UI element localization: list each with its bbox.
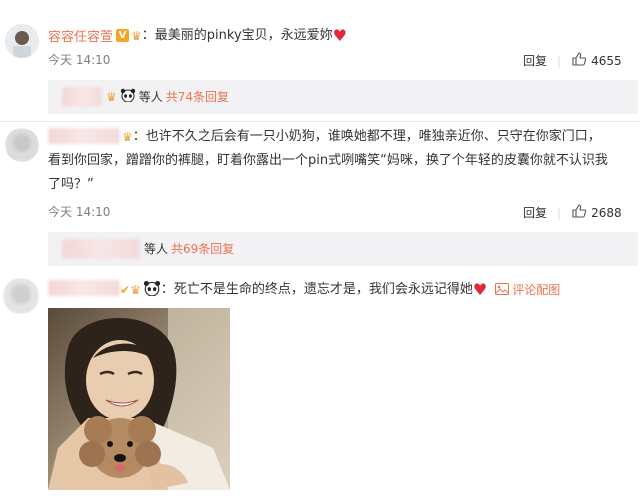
- username[interactable]: 容容任容萱: [48, 26, 113, 45]
- reply-summary[interactable]: 等人 共69条回复: [48, 232, 638, 266]
- panda-icon: [143, 280, 161, 300]
- heart-icon: ♥: [332, 26, 347, 45]
- comment-image[interactable]: [48, 308, 230, 490]
- timestamp: 今天 14:10: [48, 53, 111, 67]
- panda-icon: [120, 88, 136, 105]
- comment-text: ：最美丽的pinky宝贝，永远爱妳: [141, 28, 333, 43]
- username-blurred[interactable]: [48, 128, 120, 144]
- like-count: 2688: [591, 205, 622, 220]
- replier-name: [62, 239, 140, 259]
- reply-summary[interactable]: ♛ 等人 共74条回复: [48, 80, 638, 114]
- username-blurred[interactable]: [48, 280, 120, 296]
- reply-users: 等人: [144, 242, 169, 256]
- photo-girl-with-dog: [48, 308, 230, 490]
- avatar[interactable]: [5, 24, 39, 58]
- avatar[interactable]: [3, 278, 39, 314]
- replier-name: [62, 87, 102, 107]
- reply-count[interactable]: 共74条回复: [166, 88, 229, 105]
- crown-icon: ✔: [120, 282, 131, 297]
- reply-button[interactable]: 回复: [523, 204, 547, 221]
- timestamp: 今天 14:10: [48, 205, 111, 219]
- avatar-image: [5, 128, 39, 162]
- avatar-image: [3, 278, 39, 314]
- reply-users: 等人: [138, 90, 163, 104]
- comment-text: ：死亡不是生命的终点，遗忘才是，我们会永远记得她: [160, 282, 473, 297]
- comment-text-line-2: 看到你回家，蹭蹭你的裤腿，盯着你露出一个pin式咧嘴笑“妈咪，换了个年轻的皮囊你…: [48, 153, 608, 168]
- comment-text-line-1: ：也许不久之后会有一只小奶狗，谁唤她都不理，唯独亲近你、只守在你家门口，: [132, 129, 601, 144]
- action-divider: |: [557, 53, 562, 68]
- divider: [0, 121, 640, 122]
- thumbs-up-icon[interactable]: [571, 203, 587, 222]
- reply-count[interactable]: 共69条回复: [171, 240, 234, 257]
- heart-icon: ♥: [472, 280, 488, 299]
- avatar[interactable]: [5, 128, 39, 162]
- crown-icon: ♛: [122, 129, 133, 144]
- thumbs-up-icon[interactable]: [571, 51, 587, 70]
- reply-button[interactable]: 回复: [523, 52, 547, 69]
- vip-badge-icon: V: [116, 29, 130, 42]
- crown-icon: ♛: [130, 282, 141, 297]
- crown-icon: ♛: [106, 89, 117, 104]
- image-icon: [495, 280, 510, 299]
- comment-image-link[interactable]: 评论配图: [512, 281, 560, 298]
- action-divider: |: [557, 205, 562, 220]
- crown-icon: ♛: [131, 28, 142, 43]
- comment-text-line-3: 了吗？”: [48, 177, 94, 192]
- avatar-image: [5, 24, 39, 58]
- like-count: 4655: [591, 53, 622, 68]
